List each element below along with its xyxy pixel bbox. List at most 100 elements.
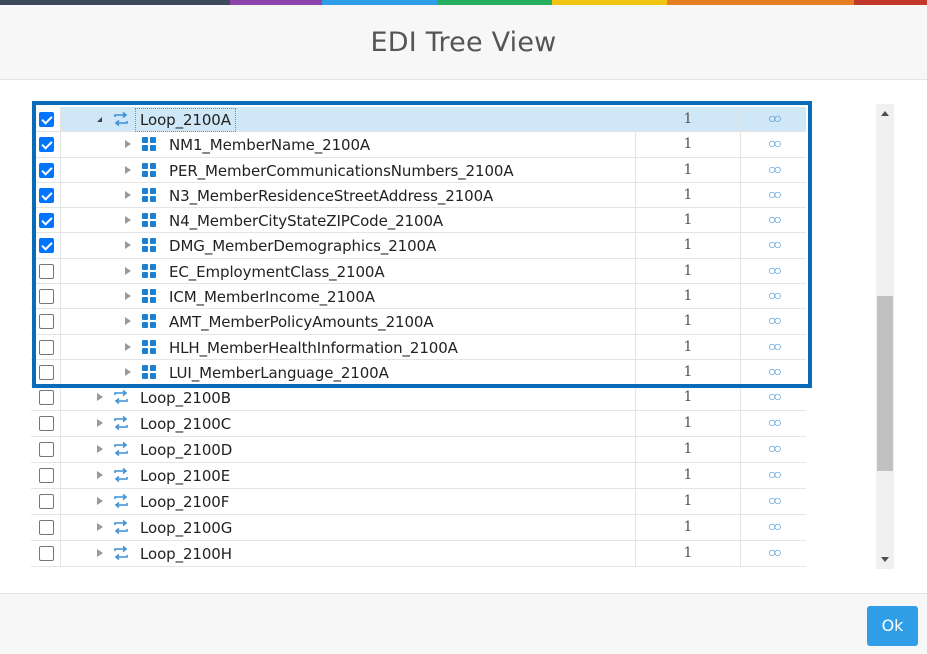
row-label[interactable]: PER_MemberCommunicationsNumbers_2100A — [169, 158, 514, 184]
tree-row-segment[interactable]: DMG_MemberDemographics_2100A 1 ○○ — [31, 233, 806, 259]
tree-row-segment[interactable]: LUI_MemberLanguage_2100A 1 ○○ — [31, 359, 806, 386]
row-checkbox[interactable] — [39, 416, 54, 432]
row-checkbox[interactable] — [39, 112, 54, 127]
scroll-up-arrow-icon[interactable] — [881, 111, 889, 116]
tree-row-loop[interactable]: Loop_2100E 1 ○○ — [31, 462, 806, 489]
infinity-link-icon[interactable]: ○○ — [768, 466, 782, 482]
infinity-link-icon[interactable]: ○○ — [768, 338, 782, 354]
row-label[interactable]: DMG_MemberDemographics_2100A — [169, 233, 436, 259]
tree-row-loop[interactable]: Loop_2100F 1 ○○ — [31, 488, 806, 515]
link-cell: ○○ — [741, 385, 806, 410]
tree-row-segment[interactable]: ICM_MemberIncome_2100A 1 ○○ — [31, 284, 806, 310]
row-label[interactable]: Loop_2100E — [140, 463, 230, 489]
infinity-link-icon[interactable]: ○○ — [768, 262, 782, 278]
row-count: 1 — [636, 385, 741, 411]
infinity-link-icon[interactable]: ○○ — [768, 414, 782, 430]
tree-row-loop[interactable]: Loop_2100G 1 ○○ — [31, 514, 806, 541]
infinity-link-icon[interactable]: ○○ — [768, 388, 782, 404]
infinity-link-icon[interactable]: ○○ — [768, 440, 782, 456]
infinity-link-icon[interactable]: ○○ — [768, 211, 782, 227]
tree-row-segment[interactable]: N4_MemberCityStateZIPCode_2100A 1 ○○ — [31, 208, 806, 234]
collapsed-arrow-icon[interactable] — [125, 190, 131, 199]
infinity-link-icon[interactable]: ○○ — [768, 312, 782, 328]
row-checkbox[interactable] — [39, 442, 54, 458]
row-label[interactable]: EC_EmploymentClass_2100A — [169, 259, 385, 285]
infinity-link-icon[interactable]: ○○ — [768, 135, 782, 151]
row-label[interactable]: N4_MemberCityStateZIPCode_2100A — [169, 208, 443, 234]
scroll-thumb[interactable] — [877, 296, 893, 471]
collapsed-arrow-icon[interactable] — [125, 317, 131, 326]
row-label[interactable]: Loop_2100B — [140, 385, 231, 411]
row-checkbox[interactable] — [39, 137, 54, 153]
vertical-scrollbar[interactable] — [876, 104, 894, 569]
infinity-link-icon[interactable]: ○○ — [768, 544, 782, 560]
row-checkbox[interactable] — [39, 493, 54, 509]
row-label[interactable]: HLH_MemberHealthInformation_2100A — [169, 335, 458, 361]
row-checkbox[interactable] — [39, 289, 54, 305]
collapsed-arrow-icon[interactable] — [125, 216, 131, 225]
row-checkbox[interactable] — [39, 390, 54, 406]
collapsed-arrow-icon[interactable] — [125, 342, 131, 351]
infinity-link-icon[interactable]: ○○ — [768, 492, 782, 508]
infinity-link-icon[interactable]: ○○ — [768, 186, 782, 202]
collapsed-arrow-icon[interactable] — [125, 241, 131, 250]
row-label[interactable]: Loop_2100A — [135, 108, 236, 132]
link-cell: ○○ — [741, 360, 806, 384]
row-label[interactable]: Loop_2100H — [140, 541, 232, 567]
ok-button[interactable]: Ok — [867, 606, 918, 646]
row-checkbox[interactable] — [39, 314, 54, 330]
tree-row-loop[interactable]: Loop_2100C 1 ○○ — [31, 411, 806, 438]
row-label[interactable]: Loop_2100C — [140, 411, 231, 437]
tree-row-segment[interactable]: PER_MemberCommunicationsNumbers_2100A 1 ○○ — [31, 157, 806, 184]
row-label[interactable]: Loop_2100G — [140, 515, 232, 541]
infinity-link-icon[interactable]: ○○ — [768, 287, 782, 303]
tree-row-segment[interactable]: N3_MemberResidenceStreetAddress_2100A 1 ○○ — [31, 182, 806, 209]
row-checkbox[interactable] — [39, 238, 54, 254]
row-checkbox[interactable] — [39, 187, 54, 203]
expanded-arrow-icon[interactable] — [97, 117, 102, 122]
tree-row-loop[interactable]: Loop_2100H 1 ○○ — [31, 540, 806, 567]
collapsed-arrow-icon[interactable] — [97, 393, 103, 402]
infinity-link-icon[interactable]: ○○ — [768, 518, 782, 534]
row-label[interactable]: AMT_MemberPolicyAmounts_2100A — [169, 309, 434, 335]
row-label[interactable]: Loop_2100D — [140, 437, 232, 463]
row-label[interactable]: ICM_MemberIncome_2100A — [169, 284, 375, 310]
checkbox-cell — [31, 462, 61, 488]
collapsed-arrow-icon[interactable] — [97, 445, 103, 454]
collapsed-arrow-icon[interactable] — [97, 419, 103, 428]
infinity-link-icon[interactable]: ○○ — [768, 363, 782, 379]
row-label[interactable]: NM1_MemberName_2100A — [169, 132, 370, 158]
tree-row-loop[interactable]: Loop_2100B 1 ○○ — [31, 385, 806, 412]
collapsed-arrow-icon[interactable] — [125, 292, 131, 301]
checkbox-cell — [31, 437, 61, 462]
infinity-link-icon[interactable]: ○○ — [768, 236, 782, 252]
row-checkbox[interactable] — [39, 339, 54, 355]
row-checkbox[interactable] — [39, 213, 54, 229]
row-checkbox[interactable] — [39, 467, 54, 483]
row-checkbox[interactable] — [39, 162, 54, 178]
collapsed-arrow-icon[interactable] — [125, 266, 131, 275]
tree-row-loop[interactable]: Loop_2100A 1 ○○ — [31, 107, 806, 133]
tree-row-segment[interactable]: EC_EmploymentClass_2100A 1 ○○ — [31, 258, 806, 285]
row-checkbox[interactable] — [39, 545, 54, 561]
collapsed-arrow-icon[interactable] — [97, 470, 103, 479]
row-checkbox[interactable] — [39, 263, 54, 279]
tree-row-segment[interactable]: HLH_MemberHealthInformation_2100A 1 ○○ — [31, 334, 806, 361]
tree-row-loop[interactable]: Loop_2100D 1 ○○ — [31, 437, 806, 463]
collapsed-arrow-icon[interactable] — [97, 496, 103, 505]
tree-row-segment[interactable]: NM1_MemberName_2100A 1 ○○ — [31, 132, 806, 158]
row-checkbox[interactable] — [39, 519, 54, 535]
infinity-link-icon[interactable]: ○○ — [768, 110, 782, 126]
tree-row-segment[interactable]: AMT_MemberPolicyAmounts_2100A 1 ○○ — [31, 309, 806, 335]
row-label[interactable]: N3_MemberResidenceStreetAddress_2100A — [169, 183, 493, 209]
scroll-down-arrow-icon[interactable] — [881, 557, 889, 562]
row-label[interactable]: LUI_MemberLanguage_2100A — [169, 360, 389, 386]
row-label[interactable]: Loop_2100F — [140, 489, 229, 515]
collapsed-arrow-icon[interactable] — [97, 522, 103, 531]
collapsed-arrow-icon[interactable] — [125, 165, 131, 174]
infinity-link-icon[interactable]: ○○ — [768, 161, 782, 177]
collapsed-arrow-icon[interactable] — [125, 367, 131, 376]
collapsed-arrow-icon[interactable] — [125, 140, 131, 149]
collapsed-arrow-icon[interactable] — [97, 548, 103, 557]
row-checkbox[interactable] — [39, 364, 54, 380]
